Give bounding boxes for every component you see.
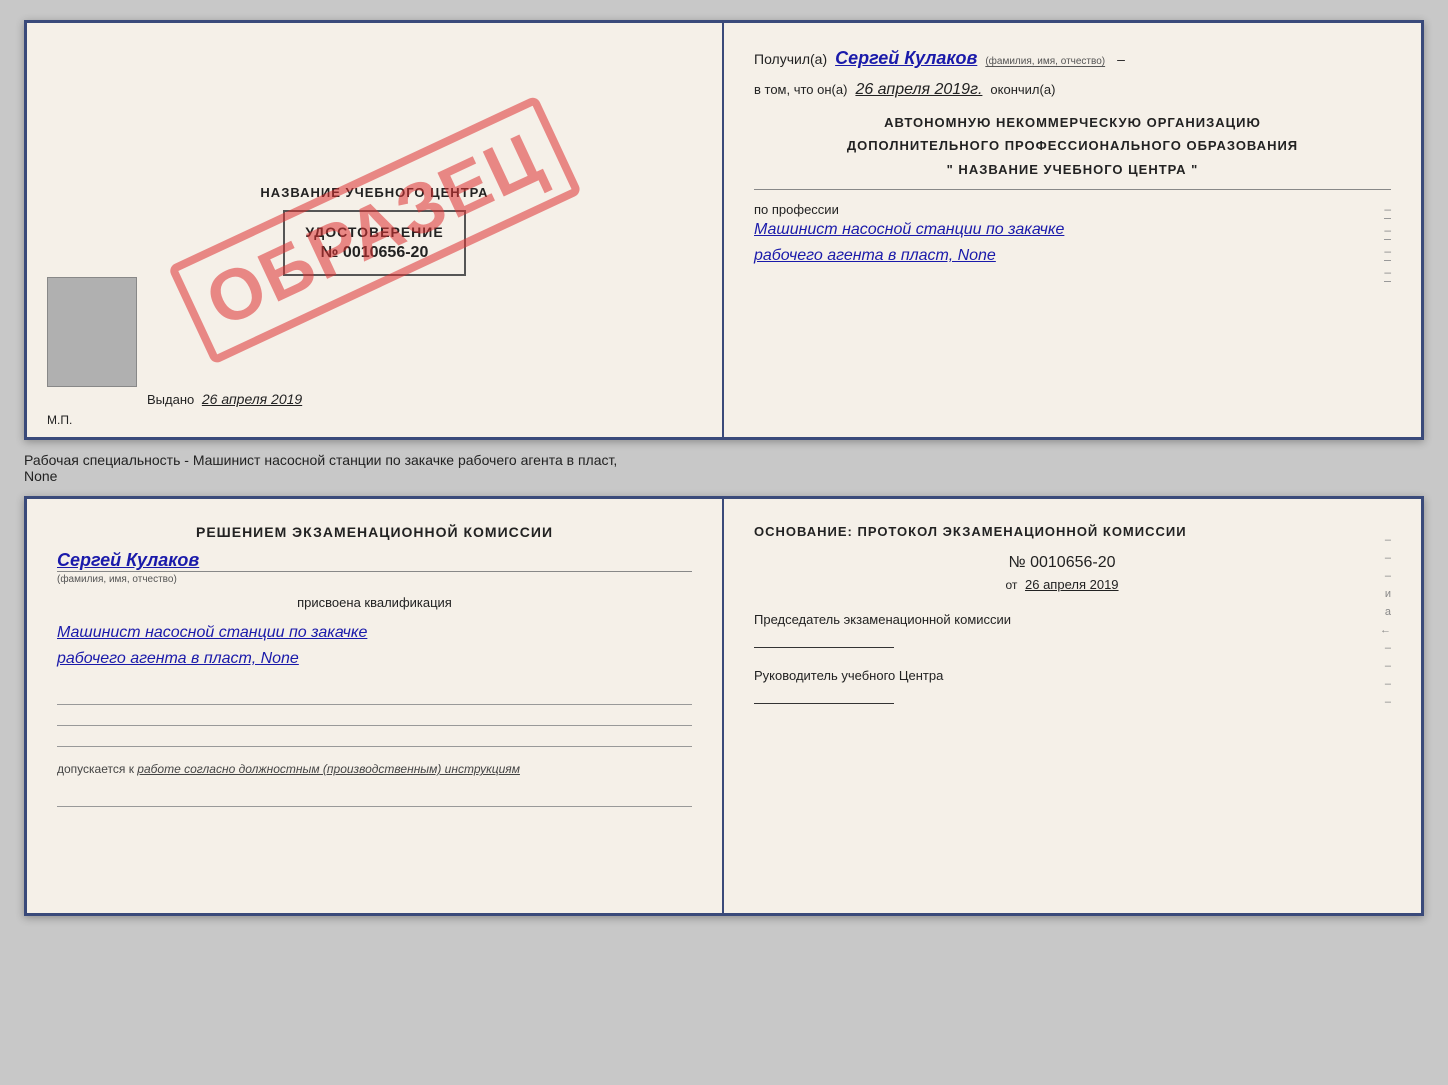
po-professii-label: по профессии (754, 202, 1384, 217)
org-line2: ДОПОЛНИТЕЛЬНОГО ПРОФЕССИОНАЛЬНОГО ОБРАЗО… (754, 134, 1391, 157)
org-line1: АВТОНОМНУЮ НЕКОММЕРЧЕСКУЮ ОРГАНИЗАЦИЮ (754, 111, 1391, 134)
cert-bottom-right: Основание: протокол экзаменационной коми… (724, 499, 1421, 913)
vtom-label: в том, что он(а) (754, 82, 847, 97)
cert-top: НАЗВАНИЕ УЧЕБНОГО ЦЕНТРА УДОСТОВЕРЕНИЕ №… (24, 20, 1424, 440)
vydano-date: 26 апреля 2019 (202, 391, 302, 407)
prisvoena-label: присвоена квалификация (57, 595, 692, 610)
bottom-lines (57, 689, 692, 747)
cert-top-right: Получил(а) Сергей Кулаков (фамилия, имя,… (724, 23, 1421, 437)
cert-bottom-left: Решением экзаменационной комиссии Сергей… (27, 499, 724, 913)
rukovoditel-sign-line (754, 703, 894, 704)
osnovanie-text: Основание: протокол экзаменационной коми… (754, 524, 1370, 539)
org-block: АВТОНОМНУЮ НЕКОММЕРЧЕСКУЮ ОРГАНИЗАЦИЮ ДО… (754, 111, 1391, 190)
udostoverenie-label: УДОСТОВЕРЕНИЕ (305, 224, 443, 240)
photo-placeholder (47, 277, 137, 387)
ot-date: от 26 апреля 2019 (754, 577, 1370, 592)
poluchil-name: Сергей Кулаков (835, 48, 977, 69)
qual-line1: Машинист насосной станции по закачке (57, 624, 367, 641)
profession-line2: рабочего агента в пласт, None (754, 247, 996, 264)
org-line3: " НАЗВАНИЕ УЧЕБНОГО ЦЕНТРА " (754, 158, 1391, 181)
protocol-number: № 0010656-20 (754, 554, 1370, 572)
rukovoditel-text: Руководитель учебного Центра (754, 668, 1370, 683)
subtitle-content: Рабочая специальность - Машинист насосно… (24, 452, 617, 484)
qual-line2: рабочего агента в пласт, None (57, 650, 299, 667)
bottom-sign-line (57, 791, 692, 807)
document-container: НАЗВАНИЕ УЧЕБНОГО ЦЕНТРА УДОСТОВЕРЕНИЕ №… (24, 20, 1424, 916)
predsedatel-text: Председатель экзаменационной комиссии (754, 612, 1370, 627)
cert-top-left: НАЗВАНИЕ УЧЕБНОГО ЦЕНТРА УДОСТОВЕРЕНИЕ №… (27, 23, 724, 437)
cert-bottom: Решением экзаменационной комиссии Сергей… (24, 496, 1424, 916)
dopuskaetsya-text: допускается к работе согласно должностны… (57, 762, 692, 776)
vtom-date: 26 апреля 2019г. (855, 81, 982, 99)
mp-label: М.П. (47, 413, 72, 427)
resheniem-text: Решением экзаменационной комиссии (57, 524, 692, 540)
udostoverenie-block: УДОСТОВЕРЕНИЕ № 0010656-20 (283, 210, 465, 276)
ot-date-value: 26 апреля 2019 (1025, 577, 1119, 592)
subtitle-text: Рабочая специальность - Машинист насосно… (24, 448, 1424, 488)
vydano-line: Выдано 26 апреля 2019 (147, 391, 302, 407)
predsedatel-sign-line (754, 647, 894, 648)
dash-lines: – – – – (1384, 202, 1391, 282)
vydano-label: Выдано (147, 392, 194, 407)
profession-line1: Машинист насосной станции по закачке раб… (754, 217, 1384, 268)
okonchil-label: окончил(а) (990, 82, 1055, 97)
poluchil-sub: (фамилия, имя, отчество) (985, 56, 1105, 67)
cert-top-title: НАЗВАНИЕ УЧЕБНОГО ЦЕНТРА (260, 185, 488, 200)
udostoverenie-number: № 0010656-20 (305, 244, 443, 262)
qualification-text: Машинист насосной станции по закачке раб… (57, 620, 692, 671)
fio-sub-bottom: (фамилия, имя, отчество) (57, 571, 692, 585)
dopusk-italic: работе согласно должностным (производств… (137, 762, 520, 776)
fio-name-bottom: Сергей Кулаков (57, 550, 692, 571)
poluchil-label: Получил(а) (754, 51, 827, 67)
